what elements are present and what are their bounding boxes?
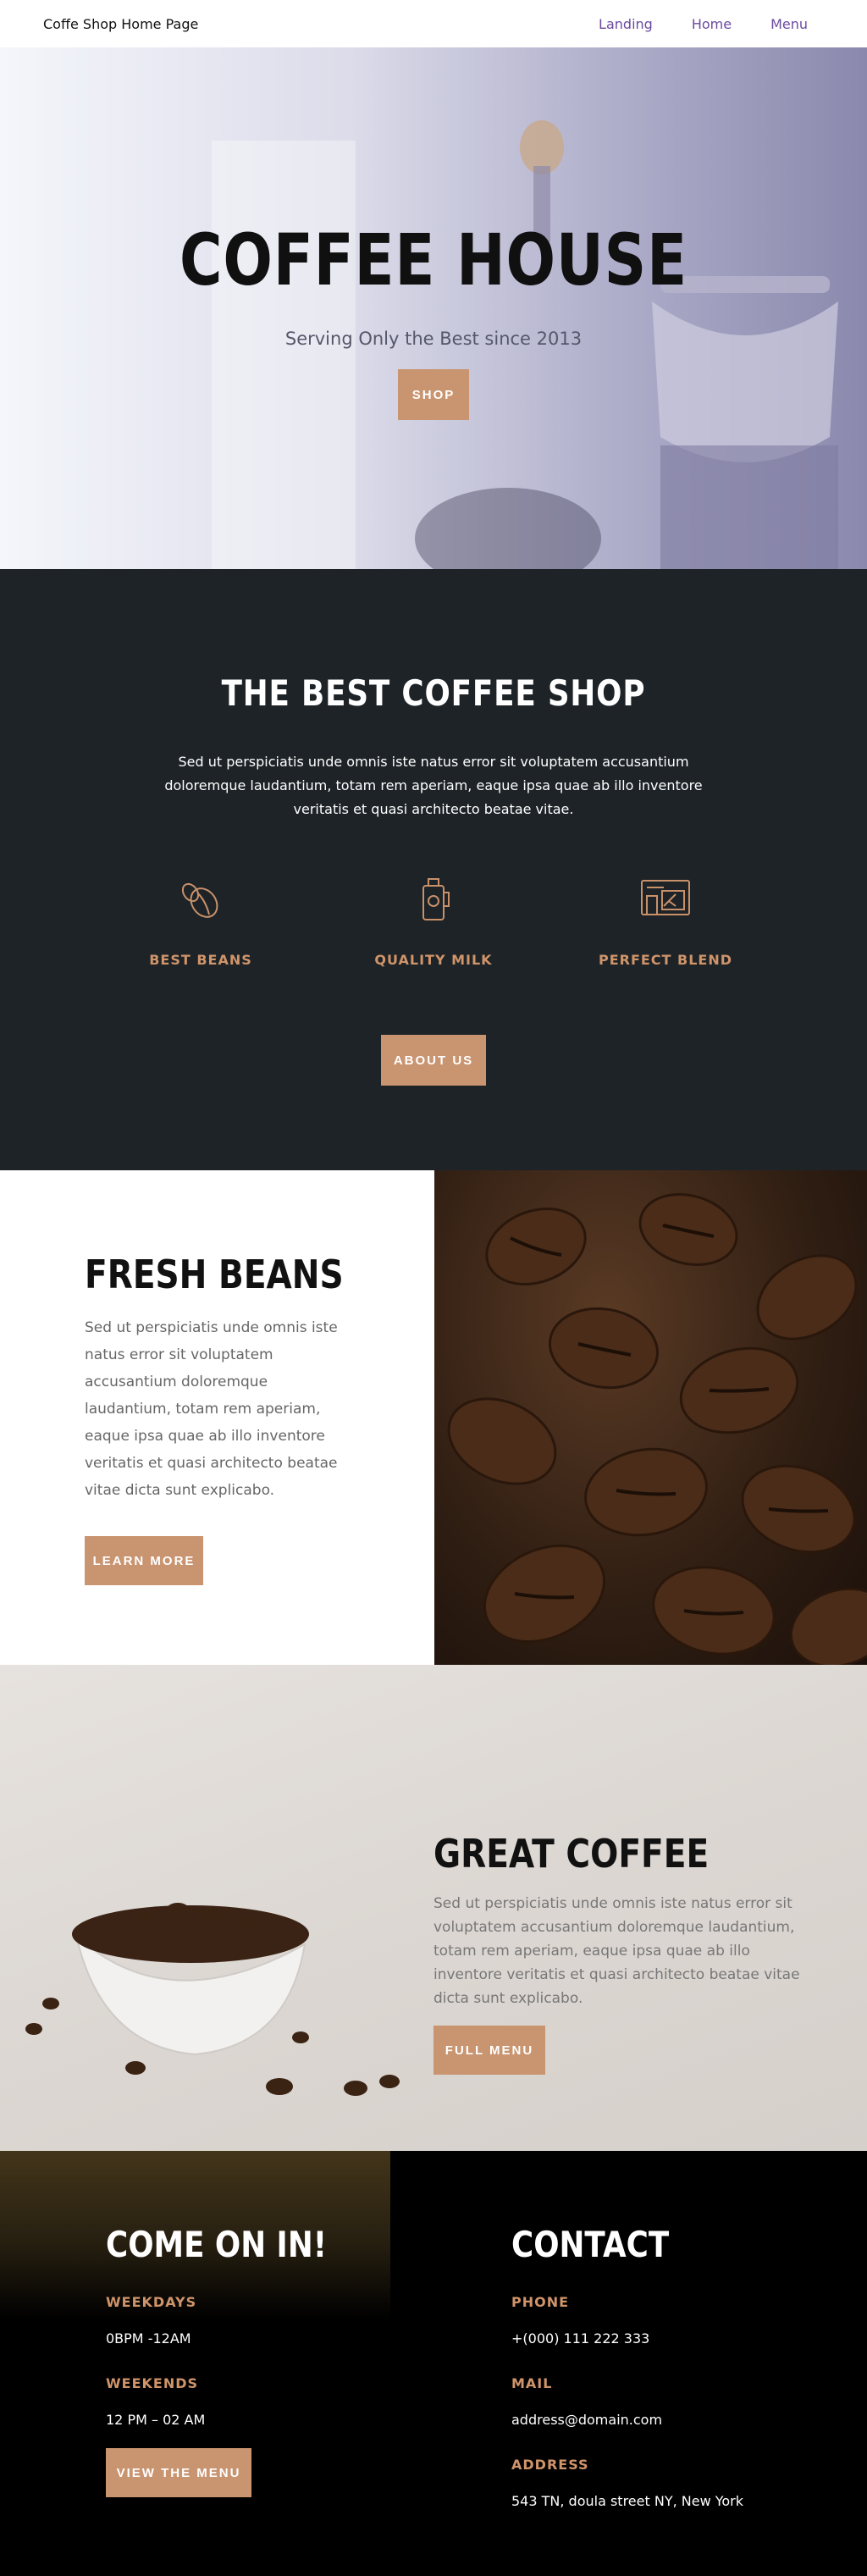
weekends-value: 12 PM – 02 AM bbox=[106, 2412, 206, 2428]
feature-best-beans: BEST BEANS bbox=[116, 874, 285, 968]
contact-column: CONTACT PHONE +(000) 111 222 333 MAIL ad… bbox=[511, 2224, 743, 2509]
hero-section: COFFEE HOUSE Serving Only the Best since… bbox=[0, 47, 867, 569]
coffee-bean-icon bbox=[181, 882, 218, 918]
footer-section: COME ON IN! WEEKDAYS 0BPM -12AM WEEKENDS… bbox=[0, 2151, 867, 2576]
mail-label: MAIL bbox=[511, 2375, 553, 2391]
top-nav: Coffe Shop Home Page Landing Home Menu bbox=[0, 0, 867, 47]
weekends-label: WEEKENDS bbox=[106, 2375, 199, 2391]
nav-link-landing[interactable]: Landing bbox=[599, 16, 653, 32]
address-label: ADDRESS bbox=[511, 2457, 589, 2473]
hours-title: COME ON IN! bbox=[106, 2224, 327, 2265]
intro-title: THE BEST COFFEE SHOP bbox=[221, 672, 646, 714]
site-brand[interactable]: Coffe Shop Home Page bbox=[43, 16, 198, 32]
great-coffee-title: GREAT COFFEE bbox=[434, 1831, 710, 1877]
nav-link-menu[interactable]: Menu bbox=[770, 16, 808, 32]
full-menu-button[interactable]: FULL MENU bbox=[434, 2026, 545, 2075]
shop-button[interactable]: SHOP bbox=[398, 369, 469, 420]
coffee-beans-image bbox=[434, 1170, 867, 1665]
fresh-beans-text: Sed ut perspiciatis unde omnis iste natu… bbox=[85, 1319, 338, 1499]
coffee-bowl-image bbox=[25, 1903, 400, 2096]
weekdays-value: 0BPM -12AM bbox=[106, 2330, 191, 2347]
phone-label: PHONE bbox=[511, 2294, 570, 2310]
feature-label: BEST BEANS bbox=[149, 952, 252, 968]
great-coffee-section: GREAT COFFEE Sed ut perspiciatis unde om… bbox=[0, 1665, 867, 2151]
contact-title: CONTACT bbox=[511, 2224, 670, 2265]
hours-column: COME ON IN! WEEKDAYS 0BPM -12AM WEEKENDS… bbox=[106, 2224, 366, 2497]
feature-label: PERFECT BLEND bbox=[598, 952, 733, 968]
intro-text: Sed ut perspiciatis unde omnis iste natu… bbox=[164, 754, 703, 817]
fresh-beans-section: FRESH BEANS Sed ut perspiciatis unde omn… bbox=[0, 1170, 867, 1665]
address-value: 543 TN, doula street NY, New York bbox=[511, 2493, 744, 2509]
hero-subtitle: Serving Only the Best since 2013 bbox=[284, 329, 583, 349]
feature-perfect-blend: PERFECT BLEND bbox=[581, 874, 750, 968]
feature-label: QUALITY MILK bbox=[374, 952, 493, 968]
intro-section: THE BEST COFFEE SHOP Sed ut perspiciatis… bbox=[0, 569, 867, 1170]
nav-link-home[interactable]: Home bbox=[692, 16, 732, 32]
fresh-beans-title: FRESH BEANS bbox=[85, 1252, 344, 1297]
view-the-menu-button[interactable]: VIEW THE MENU bbox=[106, 2448, 251, 2497]
great-coffee-text: Sed ut perspiciatis unde omnis iste natu… bbox=[434, 1895, 800, 2007]
weekdays-label: WEEKDAYS bbox=[106, 2294, 197, 2310]
nav-links: Landing Home Menu bbox=[599, 16, 808, 32]
hero-title: COFFEE HOUSE bbox=[179, 218, 688, 301]
learn-more-button[interactable]: LEARN MORE bbox=[85, 1536, 203, 1585]
mail-value[interactable]: address@domain.com bbox=[511, 2412, 743, 2428]
milk-jug-icon bbox=[422, 878, 450, 920]
feature-quality-milk: QUALITY MILK bbox=[349, 874, 518, 968]
coffee-grinder-image bbox=[212, 120, 838, 569]
coffee-machine-icon bbox=[641, 880, 690, 915]
phone-value[interactable]: +(000) 111 222 333 bbox=[511, 2330, 743, 2347]
about-us-button[interactable]: ABOUT US bbox=[381, 1035, 486, 1086]
